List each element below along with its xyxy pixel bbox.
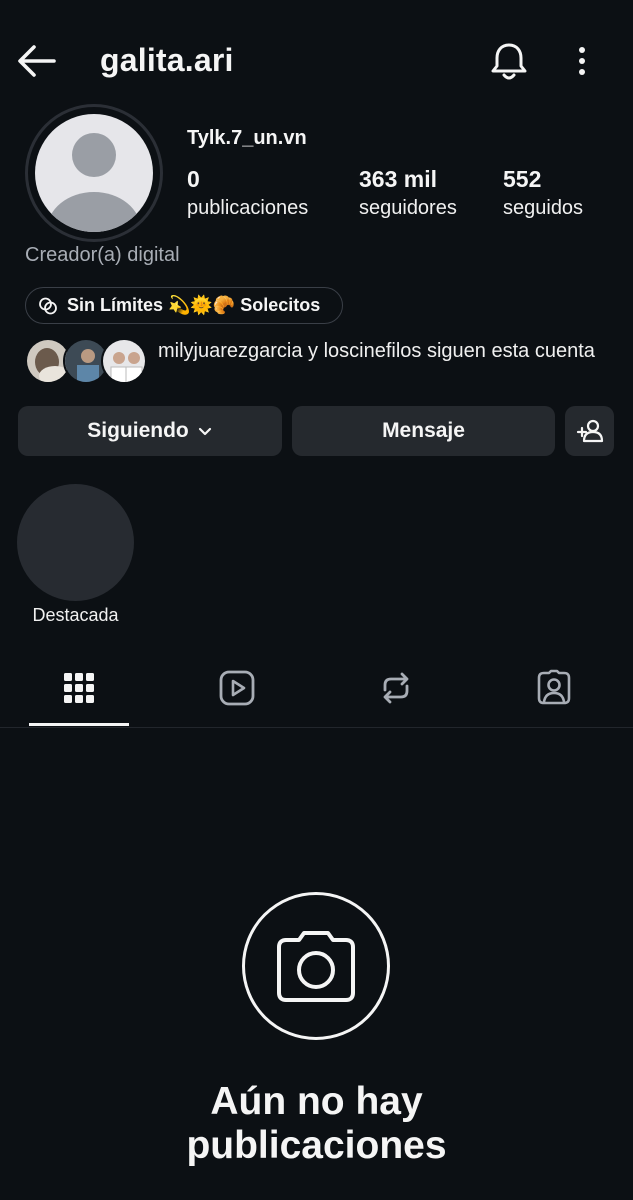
- tab-posts[interactable]: [59, 668, 99, 708]
- threads-badge[interactable]: Sin Límites 💫🌞🥐 Solecitos: [25, 287, 343, 324]
- reels-icon: [219, 670, 255, 706]
- following-stat[interactable]: 552 seguidos: [503, 165, 583, 223]
- avatar: [101, 338, 147, 384]
- profile-tabs: [0, 650, 633, 728]
- empty-state-title-text: Aún no hay publicaciones: [186, 1080, 447, 1167]
- highlight-label: Destacada: [32, 605, 119, 625]
- suggested-accounts-button[interactable]: [565, 406, 614, 456]
- add-person-icon: [576, 419, 603, 443]
- notifications-button[interactable]: [488, 40, 530, 82]
- profile-avatar[interactable]: [35, 114, 153, 232]
- posts-count: 0: [187, 166, 200, 192]
- bell-icon: [491, 43, 527, 80]
- profile-category: Creador(a) digital: [25, 244, 180, 266]
- display-name: Tylk.7_un.vn: [187, 127, 307, 149]
- empty-state-title: Aún no hay publicaciones: [0, 1080, 633, 1168]
- grid-icon: [64, 673, 94, 703]
- mutual-followers-text[interactable]: milyjuarezgarcia y loscinefilos siguen e…: [158, 339, 608, 364]
- page-title: galita.ari: [100, 42, 234, 78]
- empty-state-illustration: [242, 892, 390, 1040]
- more-vertical-icon: [579, 47, 585, 75]
- tab-reels[interactable]: [217, 668, 257, 708]
- story-highlight[interactable]: [17, 484, 134, 601]
- default-avatar-icon: [47, 133, 141, 232]
- followers-count: 363 mil: [359, 166, 437, 192]
- back-button[interactable]: [16, 42, 58, 80]
- following-label: seguidos: [503, 197, 584, 219]
- mutual-followers-avatars[interactable]: [25, 338, 147, 386]
- arrow-left-icon: [18, 45, 56, 77]
- posts-stat[interactable]: 0 publicaciones: [187, 165, 308, 223]
- more-options-button[interactable]: [567, 42, 597, 80]
- following-button[interactable]: Siguiendo: [18, 406, 282, 456]
- following-button-label: Siguiendo: [87, 419, 189, 442]
- message-button-label: Mensaje: [382, 419, 465, 442]
- repost-icon: [383, 672, 409, 704]
- tab-reposts[interactable]: [376, 668, 416, 708]
- tab-tagged[interactable]: [534, 668, 574, 708]
- active-tab-indicator: [29, 723, 129, 726]
- profile-header: galita.ari: [0, 0, 633, 120]
- followers-label: seguidores: [359, 197, 457, 219]
- posts-label: publicaciones: [187, 197, 309, 219]
- camera-icon: [277, 931, 355, 1002]
- threads-icon: [39, 297, 57, 314]
- threads-badge-label: Sin Límites 💫🌞🥐 Solecitos: [67, 295, 321, 315]
- followers-stat[interactable]: 363 mil seguidores: [359, 165, 457, 223]
- message-button[interactable]: Mensaje: [292, 406, 555, 456]
- tagged-person-icon: [537, 669, 571, 705]
- following-count: 552: [503, 166, 542, 192]
- chevron-down-icon: [198, 427, 211, 436]
